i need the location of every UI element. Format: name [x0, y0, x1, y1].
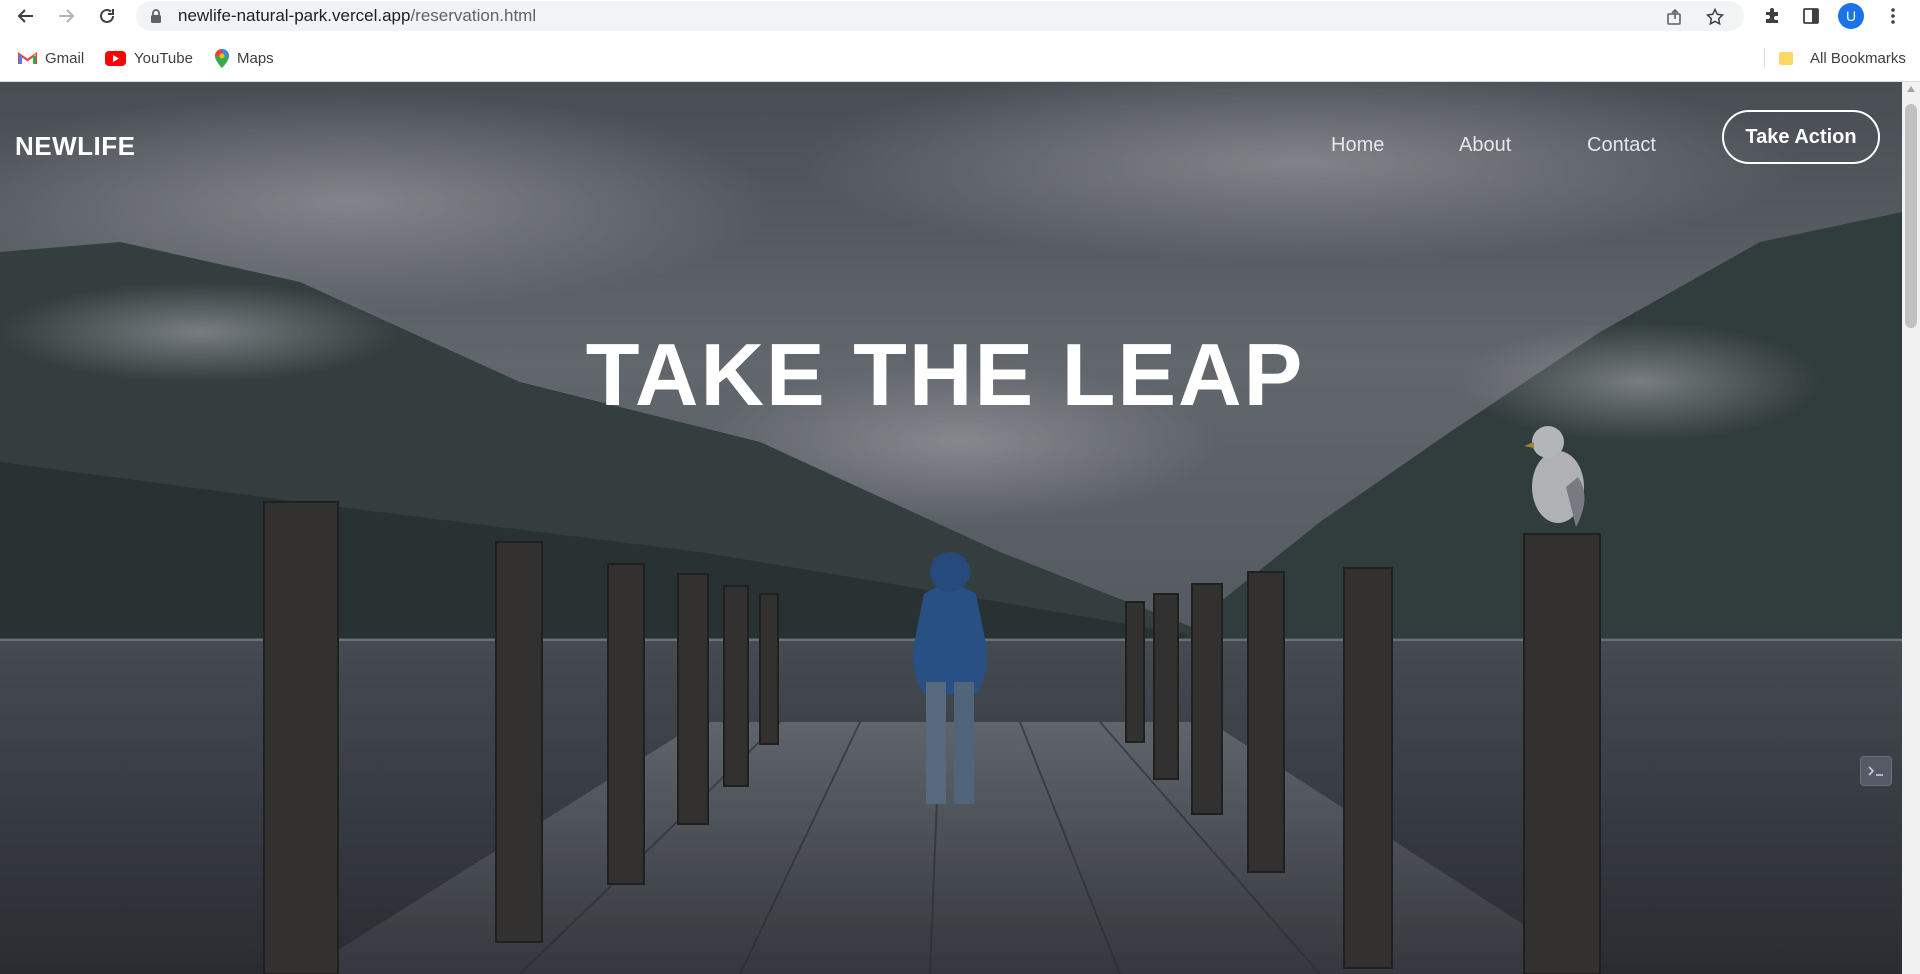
- side-panel-button[interactable]: [1798, 3, 1824, 29]
- hero-overlay: [0, 82, 1902, 974]
- folder-icon: [1779, 52, 1793, 65]
- nav-home[interactable]: Home: [1331, 134, 1384, 157]
- page-viewport: NEWLIFE Home About Contact Take Action T…: [0, 82, 1902, 974]
- url-host: newlife-natural-park.vercel.app: [178, 6, 411, 25]
- youtube-icon: [105, 50, 126, 66]
- side-panel-icon: [1803, 8, 1819, 24]
- all-bookmarks[interactable]: All Bookmarks: [1778, 48, 1906, 68]
- kebab-menu-icon: [1891, 8, 1895, 24]
- extensions-button[interactable]: [1759, 3, 1785, 29]
- all-bookmarks-label: All Bookmarks: [1810, 49, 1906, 67]
- take-action-button[interactable]: Take Action: [1722, 110, 1880, 164]
- bookmark-youtube[interactable]: YouTube: [105, 48, 193, 68]
- menu-button[interactable]: [1880, 3, 1906, 29]
- bookmark-gmail[interactable]: Gmail: [18, 48, 84, 68]
- bookmark-maps[interactable]: Maps: [215, 48, 274, 68]
- reload-button[interactable]: [93, 2, 121, 30]
- forward-button[interactable]: [52, 2, 80, 30]
- hero-headline: TAKE THE LEAP: [585, 325, 1305, 424]
- terminal-icon: [1868, 766, 1883, 776]
- scroll-up-arrow-icon: [1907, 86, 1915, 92]
- bookmarks-bar: Gmail YouTube Maps All Bookmarks: [0, 44, 1920, 72]
- back-arrow-icon: [17, 9, 33, 23]
- nav-about[interactable]: About: [1459, 134, 1511, 157]
- address-bar[interactable]: newlife-natural-park.vercel.app/reservat…: [136, 1, 1744, 31]
- maps-icon: [215, 48, 229, 68]
- nav-contact[interactable]: Contact: [1587, 134, 1656, 157]
- gmail-icon: [18, 51, 37, 64]
- bookmark-label: Gmail: [45, 49, 85, 67]
- bookmark-label: Maps: [237, 49, 274, 67]
- bookmark-star-button[interactable]: [1704, 6, 1726, 28]
- url-text[interactable]: newlife-natural-park.vercel.app/reservat…: [178, 7, 536, 25]
- back-button[interactable]: [12, 2, 40, 30]
- forward-arrow-icon: [59, 9, 75, 23]
- puzzle-icon: [1766, 8, 1778, 23]
- lock-icon[interactable]: [150, 8, 162, 24]
- bookmark-label: YouTube: [134, 49, 193, 67]
- bookmarks-divider: [1764, 48, 1765, 68]
- url-path: /reservation.html: [410, 6, 537, 25]
- page-scrollbar[interactable]: [1902, 82, 1920, 974]
- share-button[interactable]: [1664, 6, 1686, 28]
- star-icon: [1706, 8, 1724, 26]
- share-icon: [1667, 8, 1681, 25]
- floating-widget-button[interactable]: [1860, 756, 1892, 786]
- avatar: U: [1838, 3, 1864, 29]
- site-logo[interactable]: NEWLIFE: [15, 131, 136, 162]
- reload-icon: [100, 8, 114, 23]
- browser-toolbar: newlife-natural-park.vercel.app/reservat…: [0, 0, 1920, 32]
- scrollbar-thumb[interactable]: [1905, 104, 1917, 328]
- profile-button[interactable]: U: [1838, 3, 1864, 29]
